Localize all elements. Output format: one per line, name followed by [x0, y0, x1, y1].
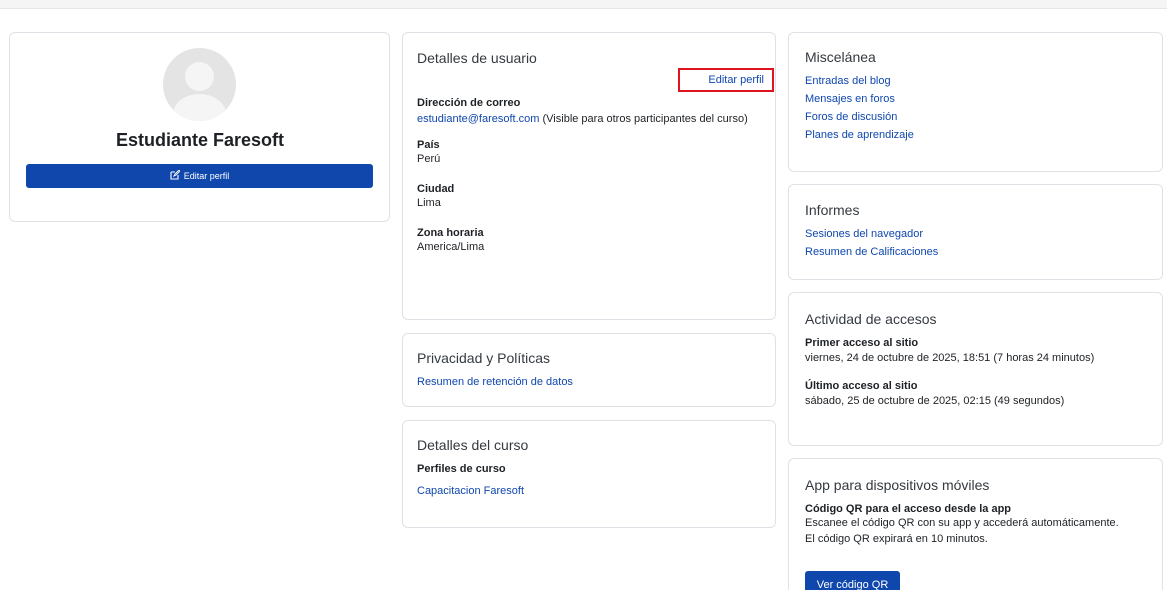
access-activity-card: Actividad de accesos Primer acceso al si… — [788, 292, 1163, 446]
learning-plans-link[interactable]: Planes de aprendizaje — [805, 129, 914, 141]
email-label: Dirección de correo — [417, 97, 521, 109]
top-bar — [0, 0, 1167, 9]
edit-profile-link-box: Editar perfil — [678, 68, 774, 92]
qr-code-label: Código QR para el acceso desde la app — [805, 503, 1012, 515]
last-access-label: Último acceso al sitio — [805, 380, 918, 392]
first-access-value: viernes, 24 de octubre de 2025, 18:51 (7… — [805, 352, 1095, 364]
course-details-title: Detalles del curso — [417, 437, 529, 453]
email-row: estudiante@faresoft.com (Visible para ot… — [417, 111, 762, 127]
grades-overview-link[interactable]: Resumen de Calificaciones — [805, 246, 938, 258]
country-label: País — [417, 139, 440, 151]
qr-expiry-note: El código QR expirará en 10 minutos. — [805, 533, 988, 545]
timezone-value: America/Lima — [417, 241, 485, 253]
avatar-head — [185, 62, 214, 91]
course-profiles-label: Perfiles de curso — [417, 463, 506, 475]
country-value: Perú — [417, 153, 441, 165]
user-details-card: Detalles de usuario Editar perfil Direcc… — [402, 32, 776, 320]
last-access-value: sábado, 25 de octubre de 2025, 02:15 (49… — [805, 395, 1065, 407]
blog-entries-link[interactable]: Entradas del blog — [805, 75, 914, 87]
email-link[interactable]: estudiante@faresoft.com — [417, 113, 539, 125]
course-details-card: Detalles del curso Perfiles de curso Cap… — [402, 420, 776, 528]
email-visibility-note: (Visible para otros participantes del cu… — [539, 113, 748, 125]
edit-icon — [170, 169, 181, 182]
qr-instructions: Escanee el código QR con su app y accede… — [805, 517, 1119, 529]
first-access-label: Primer acceso al sitio — [805, 337, 919, 349]
misc-card: Miscelánea Entradas del blog Mensajes en… — [788, 32, 1163, 172]
data-retention-link[interactable]: Resumen de retención de datos — [417, 376, 573, 388]
misc-title: Miscelánea — [805, 49, 876, 65]
avatar-body — [173, 94, 226, 121]
profile-name: Estudiante Faresoft — [115, 130, 285, 150]
avatar[interactable] — [163, 48, 236, 121]
mobile-app-card: App para dispositivos móviles Código QR … — [788, 458, 1163, 590]
reports-title: Informes — [805, 202, 860, 218]
city-value: Lima — [417, 197, 441, 209]
browser-sessions-link[interactable]: Sesiones del navegador — [805, 228, 938, 240]
edit-profile-button[interactable]: Editar perfil — [26, 164, 373, 188]
view-qr-code-button[interactable]: Ver código QR — [805, 571, 900, 590]
city-label: Ciudad — [417, 183, 455, 195]
profile-card: Estudiante Faresoft Editar perfil — [9, 32, 390, 222]
view-qr-code-label: Ver código QR — [816, 579, 889, 590]
access-activity-title: Actividad de accesos — [805, 311, 937, 327]
privacy-card: Privacidad y Políticas Resumen de retenc… — [402, 333, 776, 407]
user-details-title: Detalles de usuario — [417, 50, 537, 66]
edit-profile-button-label: Editar perfil — [183, 171, 230, 181]
edit-profile-link[interactable]: Editar perfil — [708, 74, 764, 86]
reports-card: Informes Sesiones del navegador Resumen … — [788, 184, 1163, 280]
forum-posts-link[interactable]: Mensajes en foros — [805, 93, 914, 105]
course-link[interactable]: Capacitacion Faresoft — [417, 485, 524, 497]
mobile-app-title: App para dispositivos móviles — [805, 477, 990, 493]
privacy-title: Privacidad y Políticas — [417, 350, 551, 366]
timezone-label: Zona horaria — [417, 227, 484, 239]
forum-discussions-link[interactable]: Foros de discusión — [805, 111, 914, 123]
